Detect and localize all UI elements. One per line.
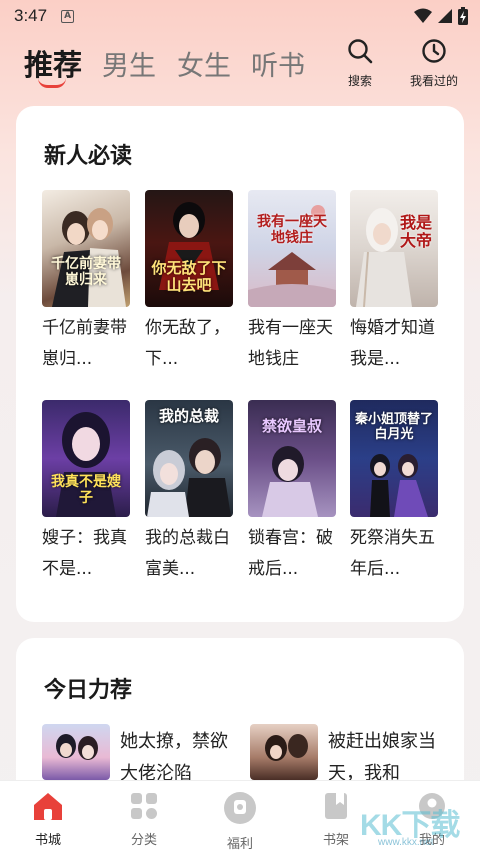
history-label: 我看过的: [409, 74, 458, 88]
nav-label: 书城: [34, 833, 61, 848]
wifi-icon: [414, 8, 432, 23]
bookshelf-icon: [325, 793, 347, 819]
book-title: 嫂子：我真不是...: [42, 528, 127, 579]
search-button[interactable]: 搜索: [325, 38, 395, 89]
book-cover[interactable]: [250, 724, 318, 780]
nav-label: 分类: [130, 833, 157, 848]
book-cover[interactable]: 秦小姐顶替了白月光: [350, 400, 438, 517]
book-item[interactable]: 禁欲皇叔 锁春宫：破戒后...: [248, 400, 336, 585]
book-cover[interactable]: 禁欲皇叔: [248, 400, 336, 517]
nav-bookshelf[interactable]: 书架: [306, 791, 366, 848]
cover-title: 我真不是嫂子: [51, 474, 121, 506]
book-cover[interactable]: 我是大帝: [350, 190, 438, 307]
cover-title: 秦小姐顶替了白月光: [354, 412, 433, 442]
book-item[interactable]: 我是大帝 悔婚才知道我是...: [350, 190, 438, 375]
book-title: 我有一座天地钱庄: [248, 318, 333, 369]
book-title: 千亿前妻带崽归...: [42, 318, 127, 369]
grid-icon: [131, 793, 157, 819]
history-button[interactable]: 我看过的: [399, 38, 469, 89]
cover-title: 你无敌了下山去吧: [151, 259, 227, 294]
book-cover[interactable]: 我有一座天地钱庄: [248, 190, 336, 307]
gift-icon: [224, 792, 256, 824]
status-bar: 3:47 A: [0, 0, 480, 32]
book-cover[interactable]: 你无敌了下山去吧: [145, 190, 233, 307]
section-title: 新人必读: [44, 144, 133, 169]
nav-bookstore[interactable]: 书城: [18, 791, 78, 848]
nav-label: 福利: [226, 837, 253, 852]
notification-icon: A: [61, 9, 75, 23]
active-tab-indicator: [38, 78, 66, 88]
search-icon: [348, 39, 373, 64]
search-label: 搜索: [347, 74, 372, 88]
book-item[interactable]: 你无敌了下山去吧 你无敌了，下...: [145, 190, 233, 375]
tab-female[interactable]: 女生: [177, 44, 231, 83]
recommend-item[interactable]: [250, 724, 318, 780]
cover-title: 千亿前妻带崽归来: [51, 256, 121, 288]
book-cover[interactable]: 我真不是嫂子: [42, 400, 130, 517]
status-time: 3:47: [14, 6, 48, 25]
nav-label: 书架: [322, 833, 349, 848]
book-cover[interactable]: 千亿前妻带崽归来: [42, 190, 130, 307]
book-title: 你无敌了，下...: [145, 318, 230, 369]
book-title: 悔婚才知道我是...: [350, 318, 435, 369]
book-title: 我的总裁白富美...: [145, 528, 230, 579]
tab-male[interactable]: 男生: [102, 44, 156, 83]
signal-icon: [438, 9, 452, 23]
book-item[interactable]: 秦小姐顶替了白月光 死祭消失五年后...: [350, 400, 438, 585]
book-item[interactable]: 我的总裁 我的总裁白富美...: [145, 400, 233, 585]
recommend-item[interactable]: [42, 724, 110, 780]
book-title: 锁春宫：破戒后...: [248, 528, 333, 579]
clock-icon: [422, 39, 446, 63]
nav-category[interactable]: 分类: [114, 791, 174, 848]
cover-title: 禁欲皇叔: [261, 417, 322, 435]
cover-title: 我的总裁: [158, 407, 219, 425]
status-icons: [414, 7, 468, 25]
section-title: 今日力荐: [44, 678, 133, 703]
watermark-url: www.kkx.net: [378, 837, 434, 848]
book-cover[interactable]: 我的总裁: [145, 400, 233, 517]
battery-icon: [458, 7, 468, 25]
book-cover[interactable]: [42, 724, 110, 780]
tab-audiobook[interactable]: 听书: [251, 44, 305, 83]
book-title: 死祭消失五年后...: [350, 528, 435, 579]
book-item[interactable]: 我真不是嫂子 嫂子：我真不是...: [42, 400, 130, 585]
book-item[interactable]: 千亿前妻带崽归来 千亿前妻带崽归...: [42, 190, 130, 375]
home-icon: [34, 793, 62, 820]
cover-title: 我有一座天地钱庄: [257, 214, 327, 246]
top-nav: 推荐 男生 女生 听书 搜索 我看过的: [0, 38, 480, 92]
book-item[interactable]: 我有一座天地钱庄 我有一座天地钱庄: [248, 190, 336, 375]
cover-title: 我是大帝: [399, 213, 432, 250]
nav-welfare[interactable]: 福利: [210, 791, 270, 852]
new-user-section: 新人必读 千亿前妻带崽归来 千亿前妻带崽归... 你无敌了下山去吧 你无敌了，下…: [16, 106, 464, 622]
